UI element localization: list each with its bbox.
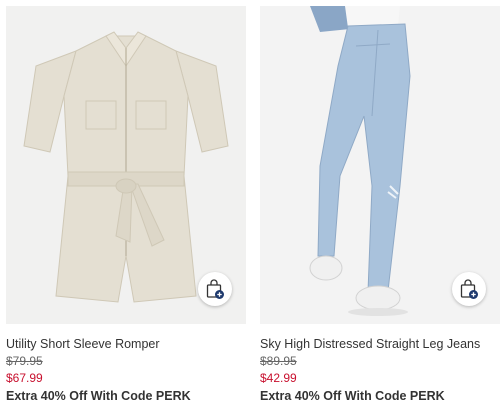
promo-text: Extra 40% Off With Code PERK	[6, 389, 191, 403]
original-price: $79.95	[6, 354, 43, 368]
quick-add-button[interactable]	[452, 272, 486, 306]
product-name[interactable]: Sky High Distressed Straight Leg Jeans	[260, 337, 500, 351]
product-card-jeans[interactable]: Sky High Distressed Straight Leg Jeans $…	[260, 6, 500, 403]
quick-add-button[interactable]	[198, 272, 232, 306]
sale-price: $42.99	[260, 371, 297, 385]
shopping-bag-plus-icon	[206, 279, 224, 299]
product-name[interactable]: Utility Short Sleeve Romper	[6, 337, 246, 351]
shopping-bag-plus-icon	[460, 279, 478, 299]
original-price: $89.95	[260, 354, 297, 368]
sale-price: $67.99	[6, 371, 43, 385]
product-image-jeans[interactable]	[260, 6, 500, 324]
product-image-romper[interactable]	[6, 6, 246, 324]
promo-text: Extra 40% Off With Code PERK	[260, 389, 445, 403]
product-card-romper[interactable]: Utility Short Sleeve Romper $79.95 $67.9…	[6, 6, 246, 403]
